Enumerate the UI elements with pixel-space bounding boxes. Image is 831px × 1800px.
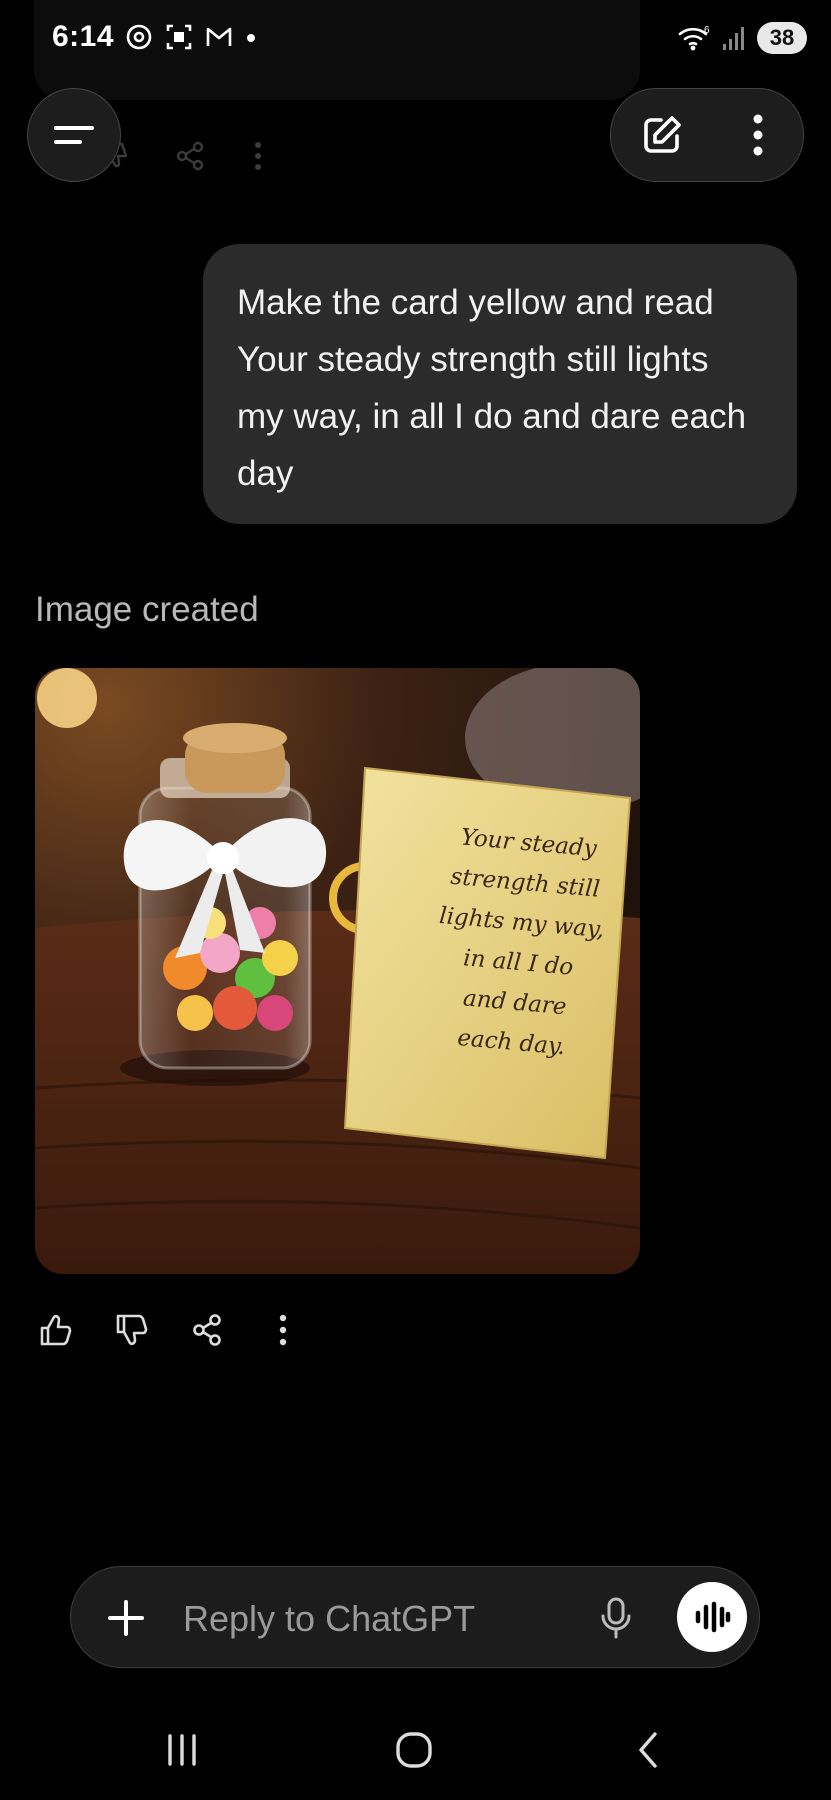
thumbs-up-button[interactable] bbox=[35, 1310, 75, 1350]
gmail-notification-icon bbox=[206, 27, 232, 46]
more-icon bbox=[255, 142, 261, 170]
back-icon bbox=[639, 1732, 657, 1768]
home-button[interactable] bbox=[374, 1720, 454, 1780]
header-actions bbox=[610, 88, 804, 182]
recents-icon bbox=[168, 1734, 196, 1766]
home-icon bbox=[396, 1732, 432, 1768]
share-icon bbox=[176, 141, 204, 171]
previous-message-actions bbox=[100, 140, 268, 172]
signal-icon bbox=[723, 27, 744, 50]
sidebar-menu-button[interactable] bbox=[27, 88, 121, 182]
message-composer bbox=[70, 1566, 760, 1668]
dictate-button[interactable] bbox=[591, 1593, 641, 1643]
generated-image[interactable]: Your steady strength still lights my way… bbox=[35, 668, 640, 1274]
more-icon bbox=[279, 1314, 287, 1346]
plus-icon bbox=[108, 1600, 144, 1636]
screenshot-notification-icon bbox=[166, 24, 192, 50]
voice-mode-icon bbox=[695, 1601, 731, 1633]
recents-button[interactable] bbox=[142, 1720, 222, 1780]
battery-indicator: 38 bbox=[757, 22, 807, 54]
response-actions bbox=[35, 1310, 303, 1350]
menu-icon bbox=[54, 126, 94, 144]
attach-button[interactable] bbox=[101, 1593, 151, 1643]
card-message: Your steady strength still lights my way… bbox=[420, 816, 620, 1071]
new-chat-button[interactable] bbox=[632, 105, 692, 165]
status-bar: 6:14 6 38 bbox=[0, 0, 831, 80]
image-created-label: Image created bbox=[35, 590, 259, 629]
chatgpt-notification-icon bbox=[126, 24, 152, 50]
system-navigation-bar bbox=[0, 1712, 831, 1800]
thumbs-down-icon bbox=[116, 1314, 148, 1346]
wifi-icon: 6 bbox=[678, 25, 710, 51]
thumbs-down-button[interactable] bbox=[111, 1310, 151, 1350]
more-notifications-dot-icon bbox=[247, 34, 255, 42]
share-icon bbox=[193, 1314, 221, 1346]
network-label: 6 bbox=[704, 25, 710, 36]
status-time: 6:14 bbox=[52, 20, 115, 53]
user-message-bubble: Make the card yellow and read Your stead… bbox=[203, 244, 797, 524]
mic-icon bbox=[601, 1597, 631, 1639]
options-button[interactable] bbox=[733, 105, 783, 165]
more-icon bbox=[753, 114, 762, 156]
share-button[interactable] bbox=[187, 1310, 227, 1350]
edit-icon bbox=[643, 116, 681, 153]
voice-mode-button[interactable] bbox=[677, 1582, 747, 1652]
more-options-button[interactable] bbox=[263, 1310, 303, 1350]
back-button[interactable] bbox=[608, 1720, 688, 1780]
thumbs-up-icon bbox=[40, 1314, 72, 1346]
reply-input[interactable] bbox=[181, 1591, 525, 1647]
notification-icons bbox=[124, 22, 258, 52]
system-status-icons: 6 38 bbox=[677, 22, 807, 54]
